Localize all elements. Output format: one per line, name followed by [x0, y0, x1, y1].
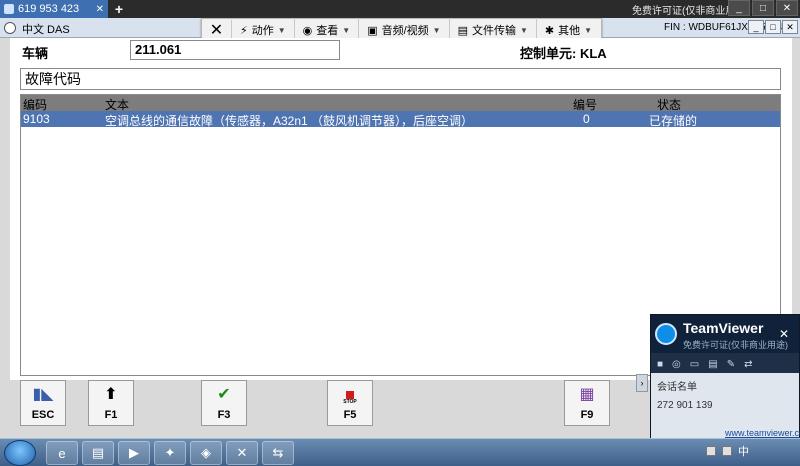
teamviewer-name: TeamViewer	[683, 320, 764, 336]
toolbar-file-transfer-label: 文件传输	[471, 25, 516, 37]
camera-icon[interactable]: ■	[657, 359, 663, 370]
monitor-icon	[4, 4, 14, 14]
network-icon[interactable]	[706, 446, 716, 456]
cell-number: 0	[583, 112, 590, 126]
control-unit-label: 控制单元: KLA	[520, 46, 607, 61]
das-app-icon[interactable]: ◈	[190, 441, 222, 465]
print-icon: ▦	[579, 386, 595, 403]
eye-icon: ◉	[302, 24, 313, 37]
chat-icon[interactable]: ▭	[690, 359, 699, 370]
f3-button[interactable]: ✔ F3	[201, 380, 247, 426]
teamviewer-icon-bar: ■ ◎ ▭ ▤ ✎ ⇄	[651, 355, 799, 373]
chevron-down-icon: ▼	[519, 25, 528, 35]
f9-button[interactable]: ▦ F9	[564, 380, 610, 426]
teamviewer-taskbar-icon[interactable]: ⇆	[262, 441, 294, 465]
close-button[interactable]: ✕	[776, 0, 798, 16]
mercedes-star-icon[interactable]: ✦	[154, 441, 186, 465]
teamviewer-panel: TeamViewer 免费许可证(仅非商业用途) ✕ ■ ◎ ▭ ▤ ✎ ⇄ 会…	[650, 314, 800, 440]
teamviewer-body: 会话名单 272 901 139 www.teamviewer.com	[651, 373, 800, 440]
vehicle-model-field: 211.061	[130, 40, 340, 60]
esc-button[interactable]: ▮◣ ESC	[20, 380, 66, 426]
start-button[interactable]	[4, 440, 36, 466]
remote-tab-strip: 619 953 423 ✕ + 免费许可证(仅非商业用途) _ □ ✕	[0, 0, 800, 18]
teamviewer-logo-icon	[655, 323, 677, 345]
ie-icon[interactable]: e	[46, 441, 78, 465]
ime-indicator[interactable]: 中	[738, 443, 749, 459]
toolbar-actions-label: 动作	[251, 25, 274, 37]
chat-icon: ▣	[367, 24, 378, 37]
gear-icon: ✱	[544, 24, 555, 37]
teamviewer-link[interactable]: www.teamviewer.com	[725, 428, 800, 438]
checkmark-icon: ✔	[217, 386, 231, 403]
das-close-button[interactable]: ✕	[782, 20, 798, 34]
panel-toggle-arrow[interactable]: ›	[636, 374, 648, 392]
windows-taskbar: e ▤ ▶ ✦ ◈ ✕ ⇆ 中	[0, 438, 800, 466]
door-exit-icon: ▮◣	[32, 386, 54, 403]
remote-session-id: 619 953 423	[18, 3, 80, 15]
new-tab-button[interactable]: +	[110, 0, 128, 18]
f1-button[interactable]: ⬆ F1	[88, 380, 134, 426]
table-header: 编码 文本 编号 状态	[21, 95, 780, 112]
media-player-icon[interactable]: ▶	[118, 441, 150, 465]
das-app-icon	[4, 22, 16, 34]
vehicle-label: 车辆	[22, 46, 49, 61]
session-list-label[interactable]: 会话名单	[657, 378, 697, 393]
table-row[interactable]: 9103 空调总线的通信故障（传感器，A32n1 （鼓风机调节器），后座空调） …	[21, 111, 780, 128]
f9-label: F9	[580, 409, 594, 421]
f5-label: F5	[343, 409, 357, 421]
folder-icon: ▤	[457, 24, 468, 37]
section-title: 故障代码	[20, 68, 781, 90]
stop-icon-text: STOP	[343, 399, 357, 405]
cell-text: 空调总线的通信故障（传感器，A32n1 （鼓风机调节器），后座空调）	[105, 114, 474, 128]
xentry-icon[interactable]: ✕	[226, 441, 258, 465]
maximize-button[interactable]: □	[752, 0, 774, 16]
stop-icon: STOP	[343, 391, 357, 405]
chevron-down-icon: ▼	[432, 25, 441, 35]
toolbar-audio-video-label: 音频/视频	[381, 25, 429, 37]
remote-window-controls: _ □ ✕	[728, 0, 798, 18]
chevron-down-icon: ▼	[584, 25, 593, 35]
vehicle-row: 车辆 211.061 控制单元: KLA	[10, 38, 792, 62]
panel-close-icon[interactable]: ✕	[779, 327, 789, 341]
headset-icon[interactable]: ◎	[672, 359, 681, 370]
f5-button[interactable]: STOP F5	[327, 380, 373, 426]
files-icon[interactable]: ▤	[708, 359, 717, 370]
remote-session-tab[interactable]: 619 953 423 ✕	[0, 0, 108, 18]
whiteboard-icon[interactable]: ✎	[727, 359, 735, 370]
lightning-icon: ⚡	[240, 24, 248, 37]
toolbar-close-icon[interactable]: ✕	[202, 20, 232, 40]
esc-label: ESC	[31, 409, 55, 421]
file-transfer-icon[interactable]: ⇄	[744, 359, 752, 370]
session-id[interactable]: 272 901 139	[657, 400, 713, 411]
chevron-down-icon: ▼	[277, 25, 286, 35]
cell-status: 已存储的	[649, 114, 698, 128]
folder-icon[interactable]: ▤	[82, 441, 114, 465]
volume-icon[interactable]	[722, 446, 732, 456]
cell-code: 9103	[23, 112, 50, 126]
das-maximize-button[interactable]: □	[765, 20, 781, 34]
teamviewer-header: TeamViewer 免费许可证(仅非商业用途) ✕	[651, 315, 799, 353]
das-minimize-button[interactable]: _	[748, 20, 764, 34]
minimize-button[interactable]: _	[728, 0, 750, 16]
das-window-controls: _ □ ✕	[748, 20, 798, 34]
toolbar-extras-label: 其他	[558, 25, 581, 37]
arrow-up-icon: ⬆	[104, 386, 118, 403]
f3-label: F3	[217, 409, 231, 421]
das-window-title: 中文 DAS	[22, 24, 70, 36]
toolbar-view-label: 查看	[316, 25, 339, 37]
chevron-down-icon: ▼	[342, 25, 351, 35]
f1-label: F1	[104, 409, 118, 421]
teamviewer-license: 免费许可证(仅非商业用途)	[683, 340, 788, 350]
tab-close-icon[interactable]: ✕	[96, 4, 104, 15]
system-tray: 中	[706, 443, 749, 459]
